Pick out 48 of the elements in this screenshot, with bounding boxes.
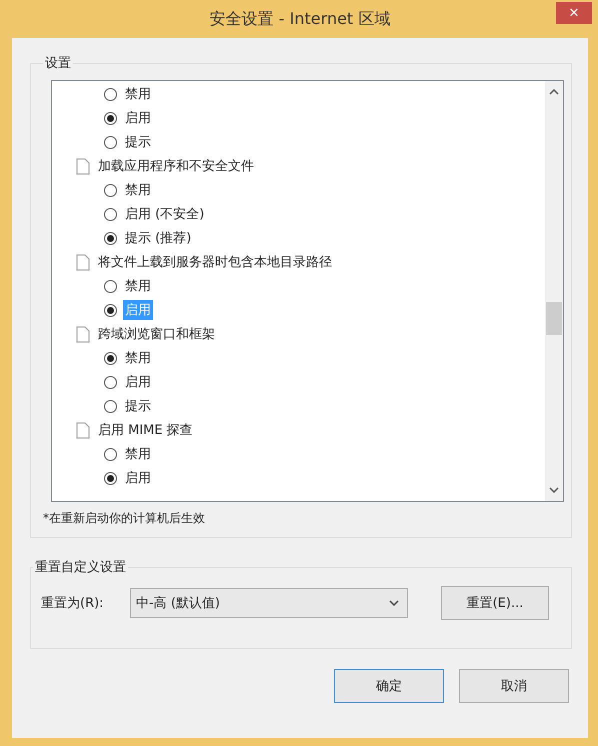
option-label[interactable]: 禁用 <box>123 180 153 200</box>
setting-name: 启用 MIME 探查 <box>97 422 194 440</box>
radio-button[interactable] <box>104 112 117 124</box>
radio-button[interactable] <box>104 208 117 220</box>
option-label[interactable]: 启用 <box>123 108 153 128</box>
setting-name: 将文件上载到服务器时包含本地目录路径 <box>97 254 333 272</box>
radio-button[interactable] <box>104 304 117 316</box>
option-label[interactable]: 启用 <box>123 468 153 488</box>
document-icon <box>76 254 90 270</box>
scrollbar[interactable] <box>545 81 563 501</box>
setting-name: 跨域浏览窗口和框架 <box>97 326 216 344</box>
dialog-button[interactable]: 取消 <box>459 669 569 703</box>
level-dropdown[interactable]: 中-高 (默认值) <box>130 588 408 618</box>
group-title: 重置自定义设置 <box>34 559 127 576</box>
option-label[interactable]: 提示 <box>123 396 153 416</box>
option-label[interactable]: 启用 (不安全) <box>123 204 206 224</box>
group-title: 设置 <box>44 55 72 72</box>
radio-button[interactable] <box>104 280 117 292</box>
option-label[interactable]: 启用 <box>123 372 153 392</box>
restart-note: *在重新启动你的计算机后生效 <box>43 510 206 527</box>
document-icon <box>76 158 90 174</box>
option-label[interactable]: 提示 (推荐) <box>123 228 194 248</box>
option-label[interactable]: 禁用 <box>123 84 153 104</box>
radio-button[interactable] <box>104 400 117 412</box>
radio-button[interactable] <box>104 136 117 148</box>
document-icon <box>76 326 90 342</box>
radio-button[interactable] <box>104 232 117 244</box>
scroll-thumb[interactable] <box>546 302 562 335</box>
option-label[interactable]: 禁用 <box>123 276 153 296</box>
dialog-button[interactable]: 确定 <box>334 669 444 703</box>
radio-button[interactable] <box>104 376 117 388</box>
reset-label: 重置为(R): <box>41 595 105 612</box>
document-icon <box>76 422 90 438</box>
radio-button[interactable] <box>104 472 117 484</box>
radio-button[interactable] <box>104 88 117 100</box>
option-label[interactable]: 禁用 <box>123 348 153 368</box>
close-button[interactable]: × <box>556 2 592 24</box>
scroll-up-icon[interactable] <box>549 89 559 95</box>
chevron-down-icon <box>389 600 399 606</box>
reset-button[interactable]: 重置(E)... <box>441 586 549 620</box>
option-label[interactable]: 提示 <box>123 132 153 152</box>
setting-name: 加载应用程序和不安全文件 <box>97 158 255 176</box>
scroll-down-icon[interactable] <box>549 487 559 493</box>
window-title: 安全设置 - Internet 区域 <box>210 8 390 30</box>
radio-button[interactable] <box>104 184 117 196</box>
radio-button[interactable] <box>104 448 117 460</box>
option-label[interactable]: 禁用 <box>123 444 153 464</box>
radio-button[interactable] <box>104 352 117 364</box>
